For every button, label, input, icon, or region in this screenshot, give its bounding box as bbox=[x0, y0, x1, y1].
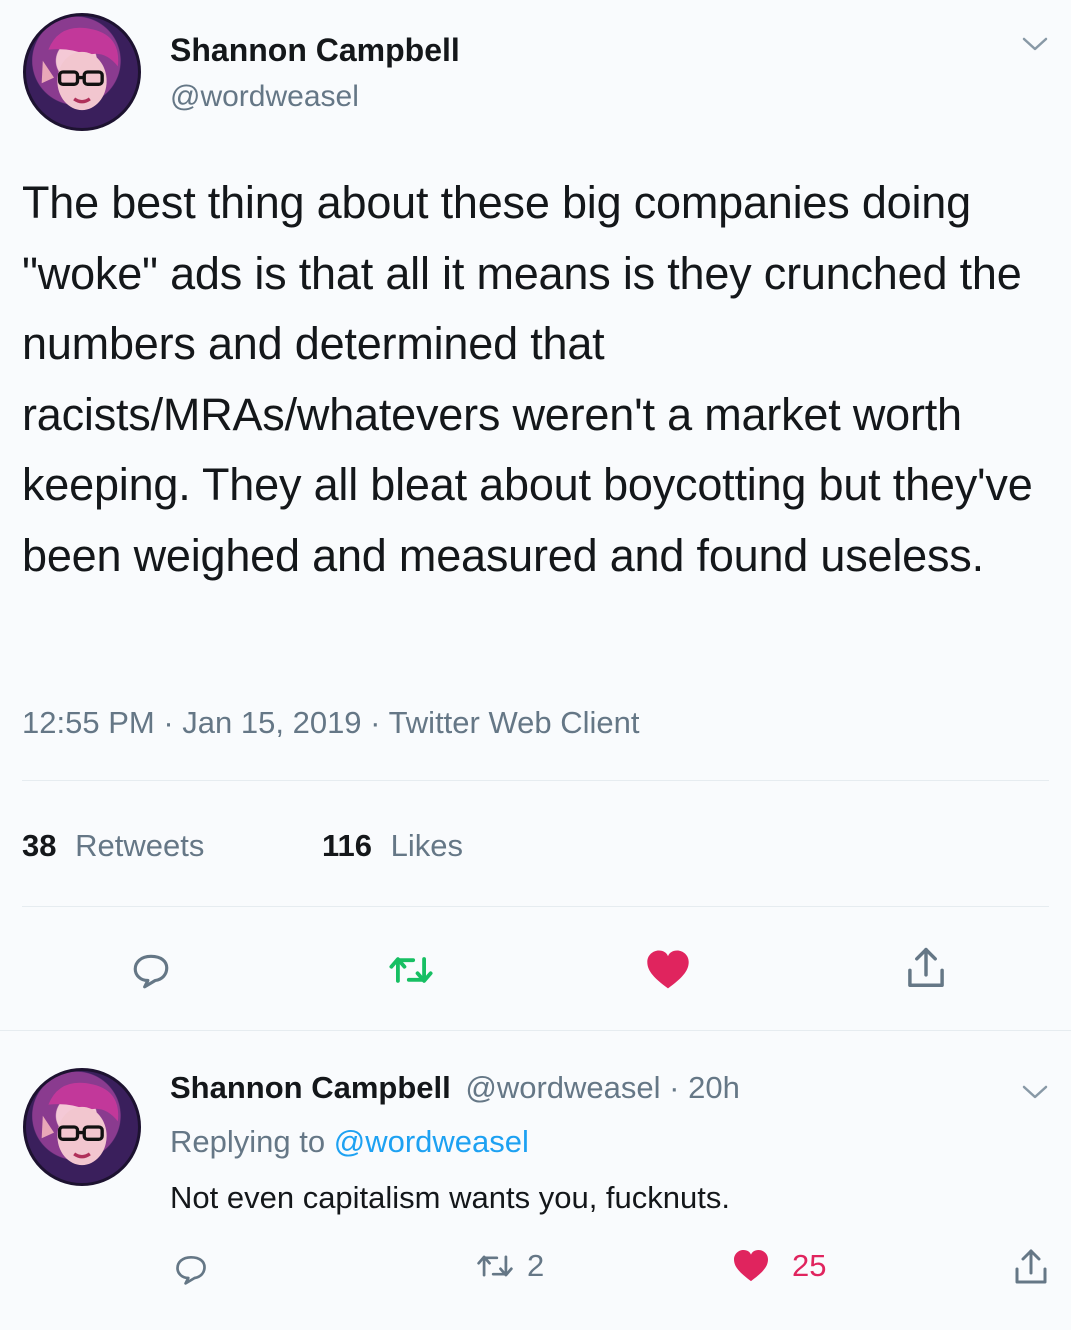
divider bbox=[22, 780, 1049, 781]
share-icon bbox=[908, 947, 944, 987]
reply-author-handle[interactable]: @wordweasel bbox=[465, 1070, 660, 1105]
like-count: 116 bbox=[322, 828, 373, 863]
divider bbox=[22, 906, 1049, 907]
retweet-icon bbox=[477, 1255, 513, 1277]
reply-header: Shannon Campbell @wordweasel · 20h bbox=[170, 1070, 740, 1106]
replying-to: Replying to @wordweasel bbox=[170, 1124, 529, 1160]
retweet-stat[interactable]: 38 Retweets bbox=[22, 828, 204, 864]
reply-age[interactable]: 20h bbox=[688, 1070, 740, 1105]
separator: · bbox=[669, 1070, 680, 1105]
tweet-client[interactable]: Twitter Web Client bbox=[389, 705, 640, 740]
chevron-down-icon[interactable] bbox=[1020, 34, 1050, 54]
divider bbox=[0, 1030, 1071, 1031]
reply-text: Not even capitalism wants you, fucknuts. bbox=[170, 1180, 730, 1215]
avatar[interactable] bbox=[23, 13, 141, 131]
reply-retweet-button[interactable]: 2 bbox=[475, 1248, 544, 1284]
like-label: Likes bbox=[390, 828, 464, 863]
heart-icon bbox=[734, 1249, 768, 1282]
separator: · bbox=[163, 705, 174, 740]
author-name[interactable]: Shannon Campbell bbox=[170, 32, 460, 69]
like-button[interactable] bbox=[642, 944, 694, 996]
share-button[interactable] bbox=[898, 940, 954, 996]
share-icon bbox=[1015, 1249, 1047, 1284]
reply-avatar[interactable] bbox=[23, 1068, 141, 1186]
reply-share-button[interactable] bbox=[1008, 1244, 1054, 1290]
tweet-date[interactable]: Jan 15, 2019 bbox=[182, 705, 361, 740]
retweet-icon bbox=[389, 957, 433, 983]
reply-retweet-count: 2 bbox=[527, 1248, 545, 1283]
tweet-meta: 12:55 PM · Jan 15, 2019 · Twitter Web Cl… bbox=[22, 705, 640, 741]
author-handle[interactable]: @wordweasel bbox=[170, 80, 359, 114]
reply-author-name[interactable]: Shannon Campbell bbox=[170, 1070, 451, 1105]
retweet-count: 38 bbox=[22, 828, 57, 863]
reply-icon bbox=[176, 1255, 206, 1285]
heart-icon bbox=[647, 950, 689, 989]
reply-button[interactable] bbox=[125, 944, 177, 996]
replying-prefix: Replying to bbox=[170, 1124, 326, 1159]
separator: · bbox=[370, 705, 381, 740]
chevron-down-icon[interactable] bbox=[1020, 1082, 1050, 1102]
replying-handle-link[interactable]: @wordweasel bbox=[334, 1124, 529, 1159]
reply-like-count: 25 bbox=[792, 1248, 827, 1283]
retweet-button[interactable] bbox=[381, 944, 441, 996]
reply-reply-button[interactable] bbox=[170, 1248, 212, 1290]
reply-like-button[interactable]: 25 bbox=[732, 1248, 826, 1284]
tweet-text: The best thing about these big companies… bbox=[22, 177, 1045, 581]
retweet-label: Retweets bbox=[75, 828, 205, 863]
like-stat[interactable]: 116 Likes bbox=[322, 828, 463, 864]
reply-icon bbox=[133, 954, 169, 989]
tweet-time[interactable]: 12:55 PM bbox=[22, 705, 155, 740]
